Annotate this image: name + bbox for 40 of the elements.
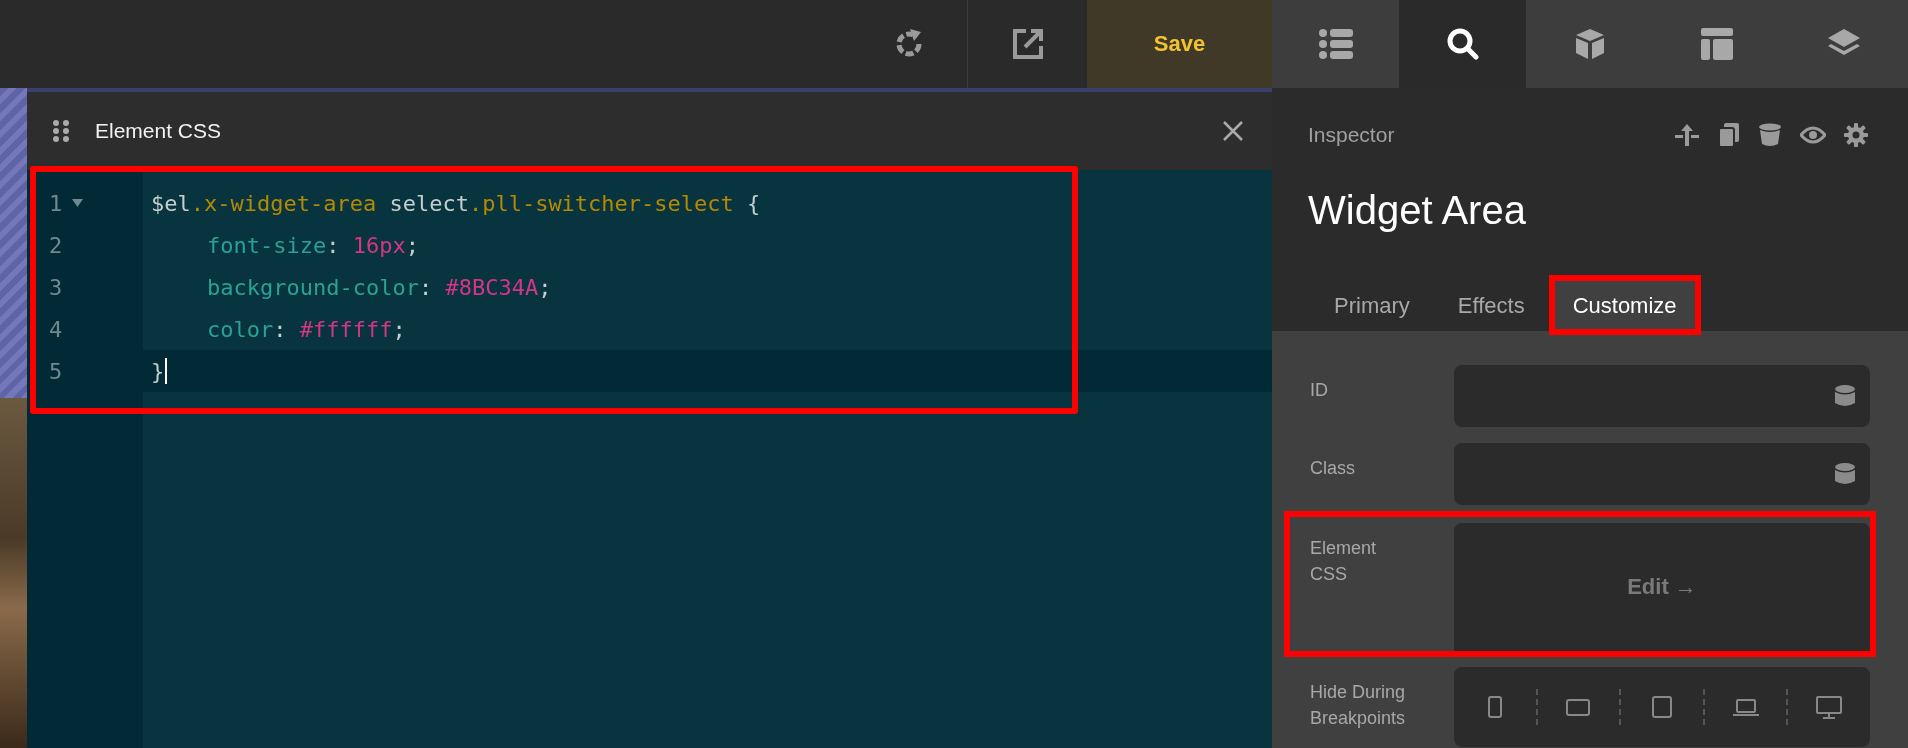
fold-caret-icon[interactable] xyxy=(72,199,84,207)
code-line: $el.x-widget-area select.pll-switcher-select { xyxy=(151,190,761,216)
line-number: 1 xyxy=(49,190,63,216)
eye-icon[interactable] xyxy=(1800,125,1826,145)
code-line: background-color: #8BC34A; xyxy=(207,274,552,300)
text-field[interactable] xyxy=(1454,443,1870,505)
panel-heading: Inspector xyxy=(1308,123,1396,147)
text-field[interactable] xyxy=(1454,365,1870,427)
field-label: Hide During Breakpoints xyxy=(1310,681,1407,730)
settings-icon[interactable] xyxy=(1844,123,1868,147)
line-number: 3 xyxy=(49,274,63,300)
database-icon[interactable] xyxy=(1834,384,1856,408)
search-icon xyxy=(1446,28,1479,60)
drag-handle-icon[interactable] xyxy=(53,119,69,143)
save-button[interactable]: Save xyxy=(1087,0,1273,88)
duplicate-icon[interactable] xyxy=(1718,123,1740,147)
edit-button[interactable]: Edit → xyxy=(1454,523,1870,651)
element-title: Widget Area xyxy=(1308,188,1527,233)
line-number: 5 xyxy=(49,358,63,384)
code-line: color: #ffffff; xyxy=(207,316,406,342)
inspector-tab[interactable]: Effects xyxy=(1437,279,1545,331)
field-label: ID xyxy=(1310,379,1329,402)
move-arrow-icon[interactable] xyxy=(1674,122,1700,148)
list-icon xyxy=(1318,29,1353,59)
field-label: Element CSS xyxy=(1310,537,1378,586)
code-line: font-size: 16px; xyxy=(207,232,419,258)
text-cursor xyxy=(165,358,168,384)
external-link-icon xyxy=(1011,28,1044,60)
close-icon xyxy=(1222,120,1244,142)
monitor-icon xyxy=(1814,695,1845,719)
field-label: Class xyxy=(1310,457,1356,480)
database-icon[interactable] xyxy=(1834,462,1856,486)
trash-icon[interactable] xyxy=(1758,123,1782,147)
inspector-tab[interactable]: Primary xyxy=(1314,279,1430,331)
line-number: 2 xyxy=(49,232,63,258)
panel-title: Element CSS xyxy=(95,119,223,143)
cube-icon xyxy=(1574,28,1607,60)
code-line: } xyxy=(151,358,165,384)
line-number: 4 xyxy=(49,316,63,342)
layout-icon xyxy=(1701,28,1734,60)
